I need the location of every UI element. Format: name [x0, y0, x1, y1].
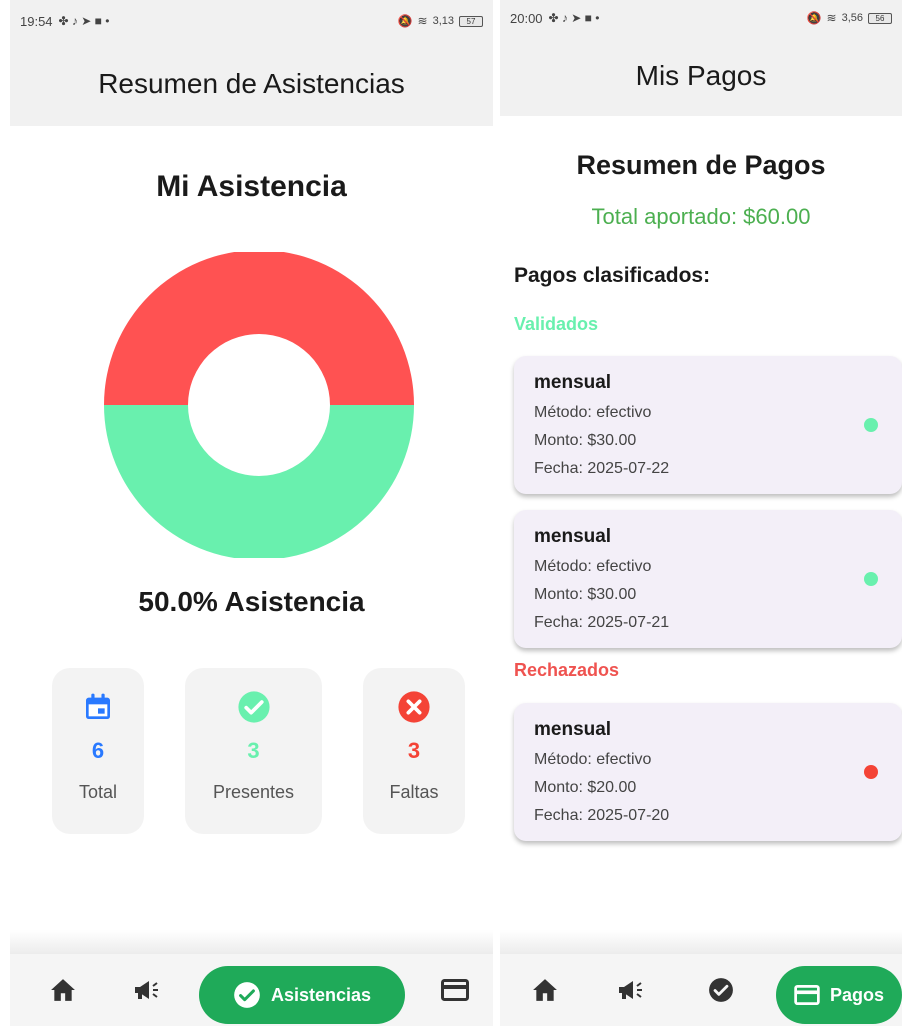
classified-payments-heading: Pagos clasificados:	[514, 264, 711, 287]
megaphone-icon[interactable]	[616, 976, 646, 1004]
app-bar: Resumen de Asistencias	[10, 42, 493, 126]
status-time: 19:54	[20, 13, 53, 29]
check-circle-icon[interactable]	[706, 976, 736, 1004]
calendar-icon	[81, 690, 115, 724]
payment-card[interactable]: mensual Método: efectivo Monto: $30.00 F…	[514, 356, 902, 494]
payments-summary-title: Resumen de Pagos	[576, 150, 826, 180]
total-contributed: Total aportado: $60.00	[591, 204, 811, 229]
payments-screen: 20:00 ✤ ♪ ➤ ■ • 🔕 ≋ 3,56 56 Mis Pagos Re…	[500, 0, 902, 1026]
payment-card[interactable]: mensual Método: efectivo Monto: $30.00 F…	[514, 510, 902, 648]
status-dot	[864, 572, 878, 586]
check-circle-icon	[237, 690, 271, 724]
status-dot	[864, 418, 878, 432]
payment-method: Método: efectivo	[534, 751, 652, 768]
cancel-circle-icon	[397, 690, 431, 724]
nav-shadow	[500, 930, 902, 954]
attendance-screen: 19:54 ✤ ♪ ➤ ■ • 🔕 ≋ 3,13 57 Resumen de A…	[10, 0, 493, 1026]
status-bar: 20:00 ✤ ♪ ➤ ■ • 🔕 ≋ 3,56 56	[500, 0, 902, 36]
battery-icon: 57	[459, 15, 483, 27]
payment-card[interactable]: mensual Método: efectivo Monto: $20.00 F…	[514, 703, 902, 841]
home-icon[interactable]	[48, 976, 78, 1004]
credit-card-icon	[794, 985, 820, 1005]
stat-card-presentes: 3 Presentes	[185, 668, 322, 834]
donut-slice-presentes	[104, 405, 414, 558]
page-title: Mis Pagos	[635, 60, 767, 91]
stat-label: Total	[78, 782, 118, 802]
home-icon[interactable]	[530, 976, 560, 1004]
mute-icon: 🔕	[397, 14, 413, 28]
payment-type: mensual	[534, 526, 612, 547]
payment-amount: Monto: $30.00	[534, 586, 637, 603]
nav-payments-tab[interactable]: Pagos	[776, 966, 902, 1024]
status-dot	[864, 765, 878, 779]
wifi-icon: ≋	[826, 11, 837, 25]
nav-payments-label: Pagos	[829, 984, 885, 1005]
battery-icon: 56	[868, 12, 892, 24]
app-bar: Mis Pagos	[500, 36, 902, 116]
payment-amount: Monto: $20.00	[534, 779, 637, 796]
credit-card-icon[interactable]	[440, 976, 470, 1004]
payment-date: Fecha: 2025-07-22	[534, 460, 670, 477]
nav-shadow	[10, 930, 493, 954]
payment-type: mensual	[534, 719, 612, 740]
notification-icons: ✤ ♪ ➤ ■ •	[548, 11, 600, 25]
payment-amount: Monto: $30.00	[534, 432, 637, 449]
stat-label: Faltas	[389, 782, 439, 802]
nav-attendance-label: Asistencias	[270, 984, 372, 1005]
attendance-percent: 50.0% Asistencia	[138, 586, 365, 617]
rejected-group-title: Rechazados	[514, 660, 620, 680]
payment-method: Método: efectivo	[534, 404, 652, 421]
stat-card-faltas: 3 Faltas	[363, 668, 465, 834]
network-speed: 3,13	[432, 15, 454, 27]
validated-group-title: Validados	[514, 314, 599, 334]
payment-date: Fecha: 2025-07-20	[534, 807, 670, 824]
donut-slice-faltas	[104, 252, 414, 405]
payment-method: Método: efectivo	[534, 558, 652, 575]
payment-type: mensual	[534, 372, 612, 393]
payment-date: Fecha: 2025-07-21	[534, 614, 670, 631]
stat-card-total: 6 Total	[52, 668, 144, 834]
status-bar: 19:54 ✤ ♪ ➤ ■ • 🔕 ≋ 3,13 57	[10, 0, 493, 42]
notification-icons: ✤ ♪ ➤ ■ •	[58, 14, 110, 28]
check-circle-icon	[234, 982, 260, 1008]
attendance-heading: Mi Asistencia	[156, 170, 347, 203]
bottom-nav: Pagos	[500, 954, 902, 1026]
wifi-icon: ≋	[417, 14, 428, 28]
network-speed: 3,56	[841, 12, 863, 24]
stat-label: Presentes	[212, 782, 295, 802]
stat-value: 3	[247, 738, 260, 763]
stat-value: 3	[407, 738, 421, 763]
mute-icon: 🔕	[806, 11, 822, 25]
bottom-nav: Asistencias	[10, 954, 493, 1026]
megaphone-icon[interactable]	[132, 976, 162, 1004]
status-time: 20:00	[510, 10, 543, 26]
attendance-donut-chart	[104, 252, 414, 558]
stat-value: 6	[91, 738, 105, 763]
page-title: Resumen de Asistencias	[98, 68, 405, 99]
nav-attendance-tab[interactable]: Asistencias	[199, 966, 405, 1024]
